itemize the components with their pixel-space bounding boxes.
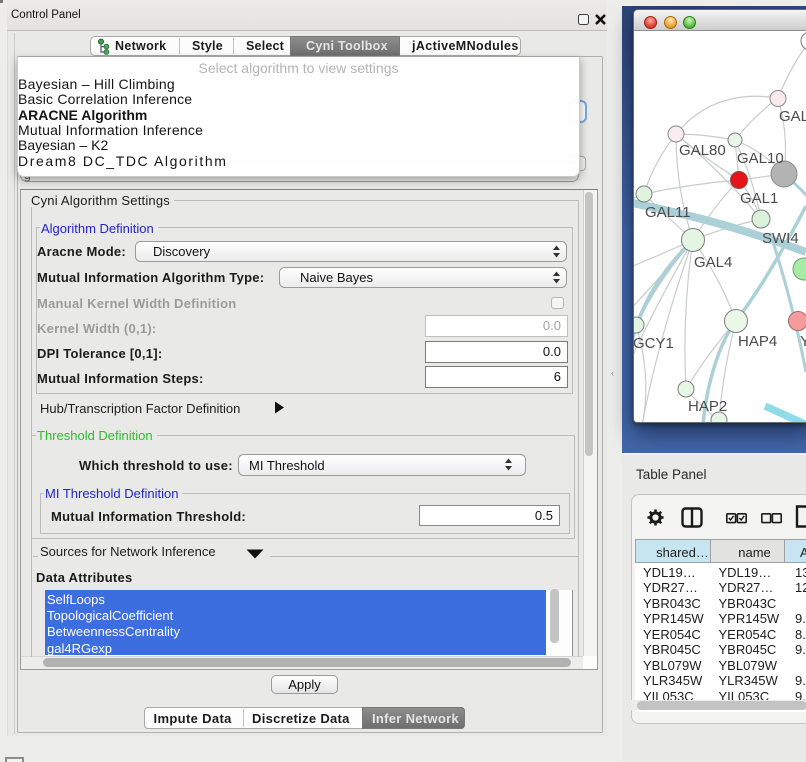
- svg-text:GAL10: GAL10: [737, 150, 784, 167]
- svg-text:HAP4: HAP4: [738, 333, 777, 350]
- svg-text:GAL7: GAL7: [779, 108, 806, 125]
- svg-text:GAL1: GAL1: [740, 190, 778, 207]
- svg-text:HAP2: HAP2: [688, 398, 727, 415]
- svg-text:GAL80: GAL80: [679, 142, 726, 159]
- svg-text:GAL4: GAL4: [694, 254, 732, 271]
- svg-text:GAL11: GAL11: [645, 204, 691, 221]
- svg-text:SWI4: SWI4: [762, 230, 799, 247]
- svg-text:YJ: YJ: [800, 333, 806, 350]
- svg-text:GCY1: GCY1: [634, 335, 674, 352]
